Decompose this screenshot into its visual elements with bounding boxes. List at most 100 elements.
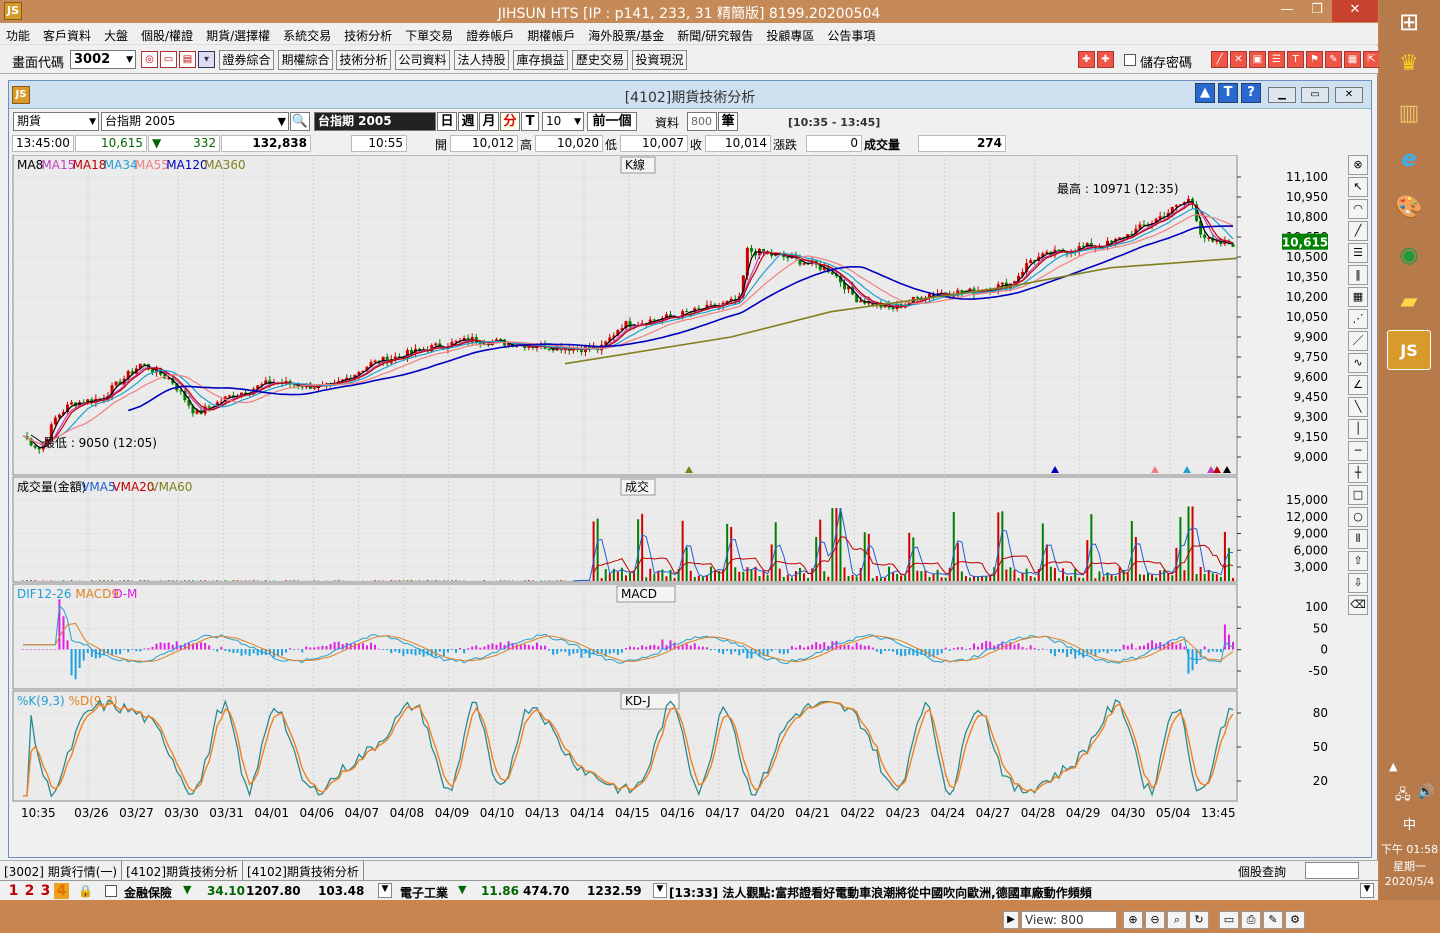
group-tab[interactable]: 1 (6, 883, 21, 899)
wave-icon[interactable]: ∿ (1348, 353, 1368, 373)
menu-item[interactable]: 期貨/選擇權 (200, 23, 277, 44)
ray-icon[interactable]: ／ (1348, 331, 1368, 351)
start-icon[interactable]: ⊞ (1387, 2, 1431, 42)
period-week-button[interactable]: 週 (458, 112, 478, 131)
stock-query-input[interactable] (1305, 862, 1359, 879)
zoom-out-icon[interactable]: ⊖ (1145, 911, 1165, 929)
toolbar-button[interactable]: 庫存損益 (513, 50, 568, 70)
child-restore-button[interactable]: ▭ (1301, 87, 1329, 103)
child-minimize-button[interactable]: ▁ (1268, 87, 1296, 103)
period-day-button[interactable]: 日 (437, 112, 457, 131)
group-tab[interactable]: 3 (38, 883, 53, 899)
restore-button[interactable]: ❐ (1302, 0, 1332, 22)
dropdown-arrow-icon[interactable]: ▼ (653, 883, 667, 898)
menu-item[interactable]: 投顧專區 (760, 23, 821, 44)
zoom-fit-icon[interactable]: ⌕ (1167, 911, 1187, 929)
symbol-search-icon[interactable]: 🔍 (290, 112, 310, 131)
crown-app-icon[interactable]: ♛ (1387, 44, 1431, 84)
vertical-grid-icon[interactable]: ‖ (1348, 265, 1368, 285)
interval-select[interactable]: 10▼ (542, 112, 584, 131)
slant-line-icon[interactable]: ╲ (1348, 397, 1368, 417)
menu-item[interactable]: 個股/權證 (135, 23, 200, 44)
chrome-icon[interactable]: ◉ (1387, 236, 1431, 276)
tray-up-icon[interactable]: ▲ (1389, 760, 1397, 773)
menu-item[interactable]: 大盤 (98, 23, 135, 44)
fan-icon[interactable]: ⋰ (1348, 309, 1368, 329)
period-minute-button[interactable]: 分 (500, 112, 520, 131)
cross-icon[interactable]: ✕ (1230, 51, 1247, 68)
pointer-tool-icon[interactable]: ↖ (1348, 177, 1368, 197)
hatch-icon[interactable]: ▦ (1348, 287, 1368, 307)
flag-prev-icon[interactable]: ✚ (1078, 51, 1095, 68)
cancel-tool-icon[interactable]: ⊗ (1348, 155, 1368, 175)
eraser-icon[interactable]: ⌫ (1348, 595, 1368, 615)
layout-icon[interactable]: ▭ (1219, 911, 1239, 929)
settings-icon[interactable]: ⚙ (1285, 911, 1305, 929)
ellipse-tool-icon[interactable]: ○ (1348, 507, 1368, 527)
scroll-right-icon[interactable]: ▶ (1003, 911, 1019, 929)
network-icon[interactable]: 🖧 (1395, 784, 1411, 808)
count-unit-button[interactable]: 筆 (718, 112, 738, 131)
menu-item[interactable]: 證券帳戶 (460, 23, 521, 44)
window-tab[interactable]: [3002] 期貨行情(一) (0, 861, 122, 882)
toolbar-button[interactable]: 技術分析 (336, 50, 391, 70)
volume-icon[interactable]: 🔊 (1417, 784, 1434, 800)
trend-line-icon[interactable]: ╱ (1348, 221, 1368, 241)
menu-item[interactable]: 客戶資料 (37, 23, 98, 44)
window-tab[interactable]: [4102]期貨技術分析 (243, 861, 364, 882)
help-icon[interactable]: ? (1241, 83, 1261, 103)
view-count-field[interactable]: View: 800 (1021, 911, 1117, 929)
close-button[interactable]: ✕ (1332, 0, 1378, 22)
toolbar-button[interactable]: 法人持股 (454, 50, 509, 70)
flag-icon[interactable]: ⚑ (1306, 51, 1323, 68)
up-arrow-icon[interactable]: ▲ (1195, 83, 1215, 103)
ticker-checkbox[interactable] (105, 885, 117, 897)
ime-indicator[interactable]: 中 (1379, 814, 1440, 833)
menu-item[interactable]: 新聞/研究報告 (671, 23, 760, 44)
toolbar-button[interactable]: 證券綜合 (219, 50, 274, 70)
menu-item[interactable]: 下單交易 (399, 23, 460, 44)
chevron-down-icon[interactable]: ▾ (198, 51, 215, 68)
export-icon[interactable]: ⇱ (1363, 51, 1380, 68)
prev-symbol-button[interactable]: 前一個 (587, 112, 637, 131)
text-tool-icon[interactable]: T (1218, 83, 1238, 103)
arc-tool-icon[interactable]: ◠ (1348, 199, 1368, 219)
dropdown-arrow-icon[interactable]: ▼ (1360, 883, 1374, 898)
clock-time[interactable]: 下午 01:58 (1379, 841, 1440, 857)
menu-item[interactable]: 系統交易 (277, 23, 338, 44)
menu-item[interactable]: 技術分析 (338, 23, 399, 44)
list-icon[interactable]: ☰ (1268, 51, 1285, 68)
cross-line-icon[interactable]: ┼ (1348, 463, 1368, 483)
dropdown-arrow-icon[interactable]: ▼ (378, 883, 392, 898)
toolbar-button[interactable]: 公司資料 (395, 50, 450, 70)
data-count-input[interactable]: 800 (687, 112, 717, 131)
print-chart-icon[interactable]: ⎙ (1241, 911, 1261, 929)
save-icon[interactable]: ▣ (1249, 51, 1266, 68)
toolbar-button[interactable]: 歷史交易 (572, 50, 628, 70)
rectangle-tool-icon[interactable]: □ (1348, 485, 1368, 505)
lock-icon[interactable]: 🔒 (78, 884, 93, 898)
technical-chart[interactable]: 10:3503/2603/2703/3003/3104/0104/0604/07… (11, 155, 1347, 845)
refresh-icon[interactable]: ↻ (1189, 911, 1209, 929)
window-tab[interactable]: [4102]期貨技術分析 (122, 861, 243, 882)
jihsun-app-icon[interactable]: JS (1387, 330, 1431, 370)
child-close-button[interactable]: ✕ (1335, 87, 1363, 103)
window-icon[interactable]: ▭ (160, 51, 177, 68)
vertical-line-icon[interactable]: │ (1348, 419, 1368, 439)
save-password-checkbox[interactable] (1124, 54, 1136, 66)
folder-icon[interactable]: ▥ (1387, 94, 1431, 134)
minimize-button[interactable]: — (1272, 0, 1302, 22)
lock-icon[interactable]: ▦ (1344, 51, 1361, 68)
toolbar-button[interactable]: 期權綜合 (278, 50, 333, 70)
group-tab[interactable]: 2 (22, 883, 37, 899)
horizontal-grid-icon[interactable]: ☰ (1348, 243, 1368, 263)
arrow-up-icon[interactable]: ⇧ (1348, 551, 1368, 571)
menu-item[interactable]: 海外股票/基金 (582, 23, 671, 44)
draw-line-icon[interactable]: ╱ (1211, 51, 1228, 68)
flag-next-icon[interactable]: ✚ (1097, 51, 1114, 68)
toolbar-button[interactable]: 投資現況 (632, 50, 687, 70)
pen-icon[interactable]: ✎ (1263, 911, 1283, 929)
horizontal-line-icon[interactable]: ─ (1348, 441, 1368, 461)
symbol-select[interactable]: 台指期 2005▼ (101, 112, 289, 131)
sticky-notes-icon[interactable]: ▰ (1387, 282, 1431, 322)
